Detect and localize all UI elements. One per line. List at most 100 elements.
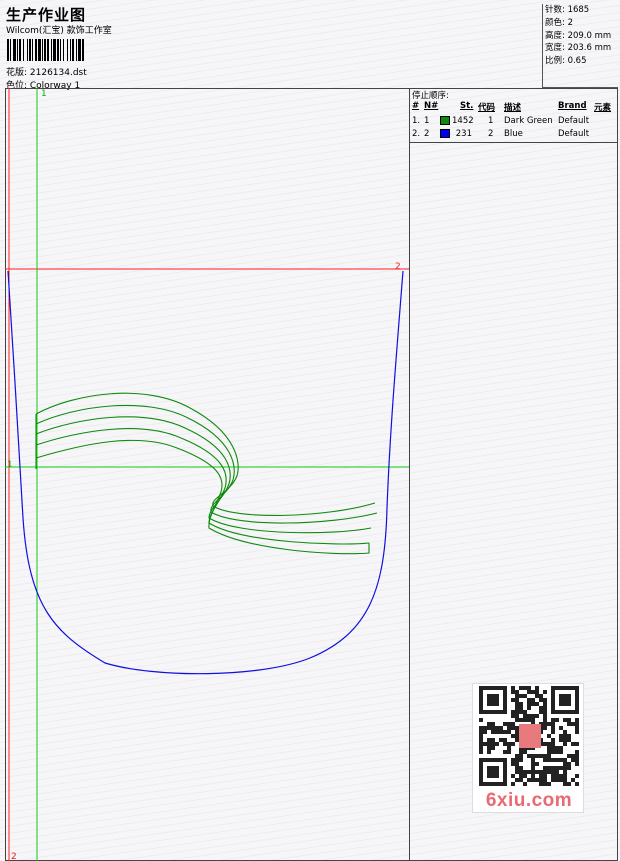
qr-module: [551, 758, 555, 762]
watermark-qr-block: 6xiu.com: [472, 683, 584, 813]
col-header-description: 描述: [504, 103, 522, 113]
qr-module: [527, 714, 531, 718]
qr-module: [519, 702, 523, 706]
qr-module: [559, 758, 563, 762]
qr-module: [519, 774, 523, 778]
qr-module: [503, 750, 507, 754]
qr-module: [571, 722, 575, 726]
qr-module: [563, 778, 567, 782]
qr-module: [543, 726, 547, 730]
col-header-code: 代码: [478, 103, 496, 113]
qr-module: [479, 738, 483, 742]
barcode: [7, 39, 142, 61]
qr-module: [531, 702, 535, 706]
qr-module: [575, 742, 579, 746]
qr-module: [491, 746, 495, 750]
qr-module: [543, 778, 547, 782]
qr-module: [551, 778, 555, 782]
qr-module: [527, 702, 531, 706]
qr-module: [479, 730, 483, 734]
qr-module: [527, 698, 531, 702]
qr-module: [479, 742, 483, 746]
qr-module: [543, 698, 547, 702]
qr-module: [523, 782, 527, 786]
qr-module: [535, 714, 539, 718]
qr-center-logo: [519, 724, 541, 748]
stop-sequence-title: 停止顺序:: [412, 91, 449, 101]
qr-module: [519, 750, 523, 754]
qr-module: [575, 758, 579, 762]
qr-module: [479, 734, 483, 738]
qr-module: [567, 766, 571, 770]
green-wave-line: [35, 439, 370, 555]
qr-module: [527, 770, 531, 774]
qr-finder: [487, 694, 499, 706]
qr-module: [535, 694, 539, 698]
qr-module: [519, 778, 523, 782]
qr-module: [567, 718, 571, 722]
qr-module: [575, 722, 579, 726]
qr-module: [531, 778, 535, 782]
design-file-label: 花版: 2126134.dst: [6, 68, 87, 78]
row-1-brand: Default: [558, 116, 590, 126]
qr-module: [515, 734, 519, 738]
qr-module: [523, 750, 527, 754]
qr-module: [563, 730, 567, 734]
qr-module: [571, 742, 575, 746]
qr-module: [515, 758, 519, 762]
qr-module: [511, 686, 515, 690]
qr-module: [499, 738, 503, 742]
qr-module: [551, 742, 555, 746]
qr-module: [559, 726, 563, 730]
qr-module: [515, 726, 519, 730]
row-2-needle: 2: [424, 129, 430, 139]
qr-module: [527, 686, 531, 690]
qr-module: [515, 738, 519, 742]
qr-module: [503, 742, 507, 746]
qr-module: [543, 754, 547, 758]
qr-module: [515, 710, 519, 714]
qr-module: [511, 782, 515, 786]
qr-module: [511, 714, 515, 718]
qr-module: [547, 770, 551, 774]
qr-module: [507, 722, 511, 726]
watermark-text: 6xiu.com: [485, 790, 573, 811]
qr-module: [531, 754, 535, 758]
row-2-stitches: 231: [455, 129, 472, 139]
qr-module: [547, 782, 551, 786]
qr-module: [547, 750, 551, 754]
qr-module: [539, 706, 543, 710]
qr-module: [559, 778, 563, 782]
qr-module: [511, 758, 515, 762]
qr-finder: [559, 694, 571, 706]
qr-module: [531, 718, 535, 722]
qr-module: [551, 774, 555, 778]
qr-module: [499, 726, 503, 730]
qr-module: [539, 770, 543, 774]
qr-module: [567, 722, 571, 726]
qr-module: [575, 750, 579, 754]
qr-module: [559, 766, 563, 770]
qr-module: [543, 774, 547, 778]
blue-outline-stitch: [7, 270, 404, 675]
qr-module: [539, 774, 543, 778]
qr-module: [523, 714, 527, 718]
qr-module: [511, 734, 515, 738]
studio-name: Wilcom(汇宝) 款饰工作室: [6, 26, 112, 36]
stat-height: 高度: 209.0 mm: [545, 30, 612, 41]
qr-module: [571, 754, 575, 758]
qr-module: [531, 766, 535, 770]
qr-module: [483, 742, 487, 746]
row-1-code: 1: [488, 116, 494, 126]
qr-module: [563, 718, 567, 722]
qr-module: [487, 738, 491, 742]
qr-module: [523, 710, 527, 714]
qr-module: [539, 698, 543, 702]
qr-module: [495, 726, 499, 730]
qr-module: [543, 702, 547, 706]
design-canvas: 1 1 2 2: [5, 88, 410, 861]
qr-module: [535, 778, 539, 782]
qr-module: [575, 718, 579, 722]
qr-module: [535, 702, 539, 706]
qr-module: [563, 738, 567, 742]
